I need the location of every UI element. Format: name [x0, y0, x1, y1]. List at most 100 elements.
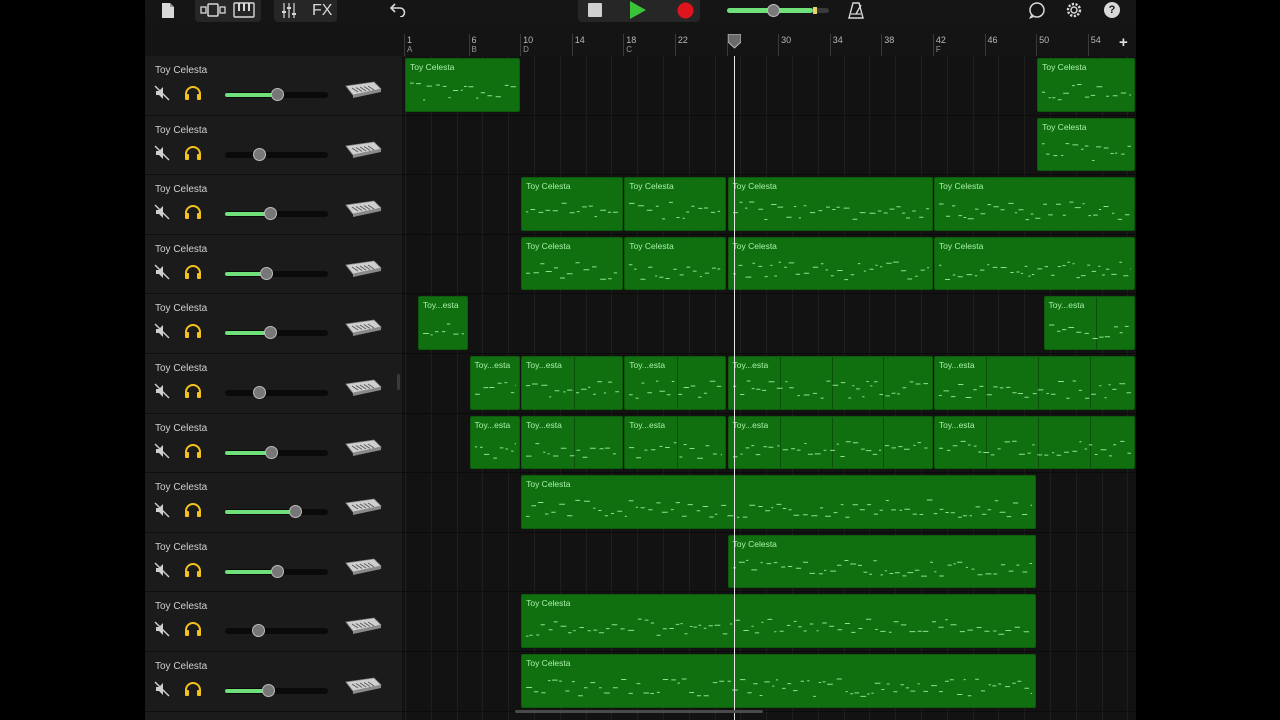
track-header[interactable]: Toy Celesta: [145, 592, 402, 652]
header-resize-handle[interactable]: [397, 374, 400, 390]
solo-headphones-icon[interactable]: [184, 383, 202, 404]
solo-headphones-icon[interactable]: [184, 681, 202, 702]
volume-knob[interactable]: [252, 147, 266, 161]
add-section-button[interactable]: +: [1119, 34, 1128, 51]
playhead-handle[interactable]: [727, 33, 742, 49]
keyboard-instrument-icon[interactable]: [344, 616, 382, 639]
volume-knob[interactable]: [264, 207, 278, 221]
music-region[interactable]: Toy Celesta: [933, 177, 1135, 231]
music-region[interactable]: Toy Celesta: [727, 177, 933, 231]
track-header[interactable]: Toy Celesta: [145, 116, 402, 176]
music-region[interactable]: Toy Celesta: [405, 58, 521, 112]
keyboard-instrument-icon[interactable]: [344, 80, 382, 103]
mute-icon[interactable]: [154, 443, 170, 464]
volume-knob[interactable]: [270, 564, 284, 578]
master-volume-slider[interactable]: [727, 4, 829, 17]
mute-icon[interactable]: [154, 502, 170, 523]
mute-icon[interactable]: [154, 621, 170, 642]
track-volume-slider[interactable]: [225, 147, 328, 161]
mute-icon[interactable]: [154, 323, 170, 344]
keyboard-instrument-icon[interactable]: [344, 318, 382, 341]
undo-icon[interactable]: [389, 2, 406, 17]
track-volume-slider[interactable]: [225, 505, 328, 519]
track-volume-slider[interactable]: [225, 88, 328, 101]
solo-headphones-icon[interactable]: [184, 443, 202, 464]
track-header[interactable]: Toy Celesta: [145, 354, 402, 414]
document-icon[interactable]: [161, 2, 175, 19]
mute-icon[interactable]: [154, 85, 170, 106]
keyboard-instrument-icon[interactable]: [344, 676, 382, 699]
volume-knob[interactable]: [251, 624, 265, 638]
track-volume-slider[interactable]: [225, 207, 328, 221]
track-volume-slider[interactable]: [225, 445, 328, 459]
music-region[interactable]: Toy...esta: [933, 356, 1135, 410]
mute-icon[interactable]: [154, 204, 170, 225]
volume-knob[interactable]: [289, 505, 303, 519]
solo-headphones-icon[interactable]: [184, 502, 202, 523]
solo-headphones-icon[interactable]: [184, 621, 202, 642]
music-region[interactable]: Toy...esta: [933, 415, 1135, 470]
music-region[interactable]: Toy Celesta: [521, 236, 624, 291]
music-region[interactable]: Toy...esta: [1043, 296, 1135, 350]
mute-icon[interactable]: [154, 145, 170, 166]
solo-headphones-icon[interactable]: [184, 85, 202, 106]
help-icon[interactable]: ?: [1104, 2, 1120, 18]
music-region[interactable]: Toy Celesta: [521, 177, 624, 231]
track-header[interactable]: Toy Celesta: [145, 533, 402, 593]
music-region[interactable]: Toy...esta: [521, 415, 624, 470]
track-header[interactable]: Toy Celesta: [145, 56, 402, 116]
music-region[interactable]: Toy...esta: [521, 356, 624, 410]
mute-icon[interactable]: [154, 562, 170, 583]
keyboard-instrument-icon[interactable]: [344, 259, 382, 282]
play-icon[interactable]: [627, 0, 649, 20]
mute-icon[interactable]: [154, 264, 170, 285]
track-volume-slider[interactable]: [225, 684, 328, 697]
music-region[interactable]: Toy Celesta: [624, 177, 727, 231]
settings-icon[interactable]: [1065, 1, 1083, 19]
track-volume-slider[interactable]: [225, 266, 328, 280]
horizontal-scrollbar[interactable]: [515, 710, 763, 713]
mixer-icon[interactable]: [281, 3, 297, 18]
loop-icon[interactable]: [1028, 2, 1046, 19]
solo-headphones-icon[interactable]: [184, 323, 202, 344]
track-header[interactable]: Toy Celesta: [145, 175, 402, 235]
music-region[interactable]: Toy...esta: [417, 296, 469, 350]
music-region[interactable]: Toy...esta: [727, 356, 933, 410]
track-header[interactable]: Toy Celesta: [145, 235, 402, 295]
track-header[interactable]: Toy Celesta: [145, 652, 402, 712]
tracks-area[interactable]: Toy Celesta Toy Celesta Toy Celesta Toy Cel…: [402, 56, 1136, 720]
mute-icon[interactable]: [154, 383, 170, 404]
music-region[interactable]: Toy Celesta: [727, 236, 933, 291]
solo-headphones-icon[interactable]: [184, 264, 202, 285]
keyboard-icon[interactable]: [233, 2, 255, 18]
track-volume-slider[interactable]: [225, 386, 328, 399]
track-header[interactable]: Toy Celesta: [145, 294, 402, 354]
keyboard-instrument-icon[interactable]: [344, 497, 382, 520]
track-header[interactable]: Toy Celesta: [145, 414, 402, 474]
music-region[interactable]: Toy...esta: [469, 415, 521, 470]
track-view-icon[interactable]: [200, 3, 226, 17]
music-region[interactable]: Toy Celesta: [1037, 117, 1135, 172]
solo-headphones-icon[interactable]: [184, 145, 202, 166]
track-header[interactable]: Toy Celesta: [145, 473, 402, 533]
mute-icon[interactable]: [154, 681, 170, 702]
music-region[interactable]: Toy...esta: [727, 415, 933, 470]
track-volume-slider[interactable]: [225, 624, 328, 638]
music-region[interactable]: Toy Celesta: [933, 236, 1135, 291]
music-region[interactable]: Toy Celesta: [1037, 58, 1135, 112]
keyboard-instrument-icon[interactable]: [344, 438, 382, 461]
music-region[interactable]: Toy...esta: [624, 415, 727, 470]
volume-knob[interactable]: [260, 266, 274, 280]
music-region[interactable]: Toy Celesta: [521, 594, 1037, 648]
music-region[interactable]: Toy Celesta: [521, 654, 1037, 708]
track-lane[interactable]: [402, 116, 1136, 176]
music-region[interactable]: Toy...esta: [469, 356, 521, 410]
master-volume-knob[interactable]: [767, 4, 780, 17]
keyboard-instrument-icon[interactable]: [344, 199, 382, 222]
fx-button[interactable]: FX: [312, 1, 332, 21]
music-region[interactable]: Toy Celesta: [624, 236, 727, 291]
keyboard-instrument-icon[interactable]: [344, 557, 382, 580]
music-region[interactable]: Toy Celesta: [727, 534, 1037, 589]
music-region[interactable]: Toy...esta: [624, 356, 727, 410]
solo-headphones-icon[interactable]: [184, 204, 202, 225]
